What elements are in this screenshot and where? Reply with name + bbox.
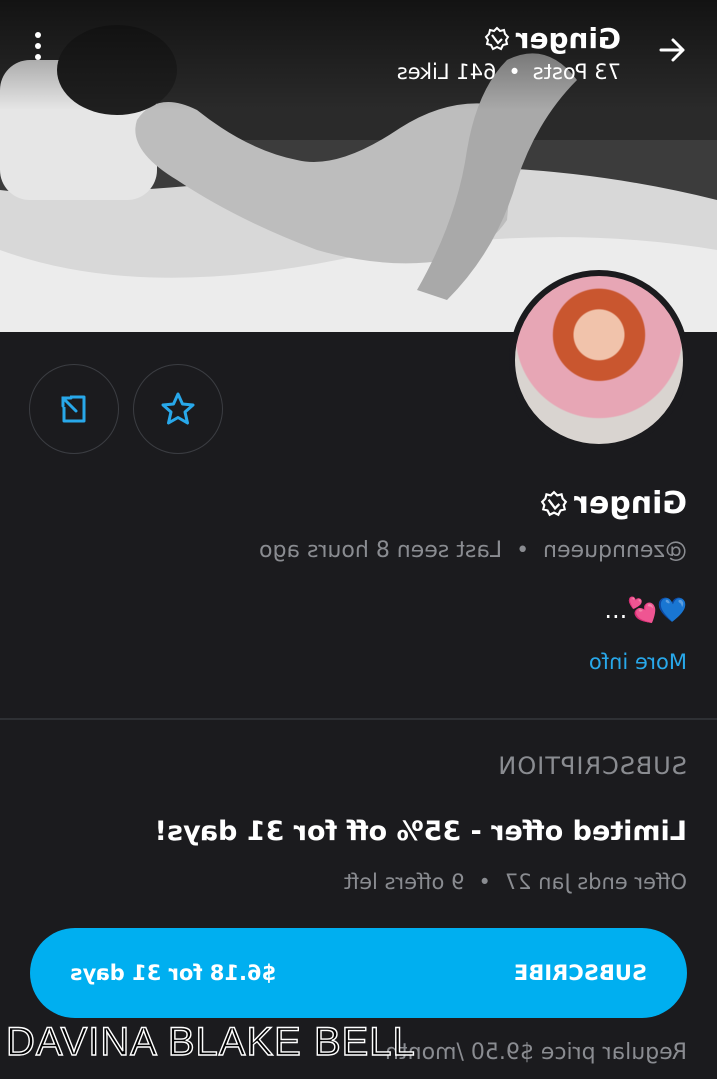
last-seen: Last seen 8 hours ago [259,538,503,563]
verified-badge-icon [484,26,509,50]
more-info-link[interactable]: More info [589,650,687,674]
favorite-button[interactable] [133,364,223,454]
share-icon [61,395,86,423]
profile-handle: @zennqueen [543,538,687,563]
more-vertical-icon[interactable] [30,32,46,68]
likes-count: 641 Likes [396,60,497,84]
verified-badge-icon [540,490,568,516]
divider [0,718,717,720]
header-name-text: Ginger [515,22,621,55]
offers-left: 9 offers left [343,870,465,894]
subscribe-price: $6.18 for 31 days [70,961,277,985]
offer-separator: • [478,870,491,894]
profile-bio: 💙💕... [604,596,687,624]
profile-name: Ginger [540,486,687,521]
offer-ends: Offer ends Jan 27 [504,870,687,894]
regular-price: Regular price $9.50 /month [385,1040,687,1065]
profile-name-text: Ginger [574,486,687,521]
profile-meta: @zennqueen • Last seen 8 hours ago [259,538,687,563]
offer-meta: Offer ends Jan 27 • 9 offers left [344,870,687,894]
share-button[interactable] [29,364,119,454]
subscription-heading: SUBSCRIPTION [497,752,687,780]
star-icon [161,392,195,425]
stats-separator: • [508,60,521,84]
avatar[interactable] [509,270,689,450]
arrow-left-icon[interactable] [651,30,691,70]
meta-separator: • [516,538,530,563]
watermark: DAVINA BLAKE BELL [5,1019,416,1064]
profile-screen: Ginger 73 Posts • 641 Likes Ginger @zenn… [0,0,717,1079]
header-stats: 73 Posts • 641 Likes [397,60,621,84]
offer-title: Limited offer - 35% off for 31 days! [154,816,687,847]
posts-count: 73 Posts [532,60,621,84]
subscribe-button[interactable]: SUBSCRIBE $6.18 for 31 days [30,928,687,1018]
subscribe-label: SUBSCRIBE [513,961,647,985]
top-bar: Ginger 73 Posts • 641 Likes [0,10,717,90]
header-name: Ginger [484,22,621,55]
